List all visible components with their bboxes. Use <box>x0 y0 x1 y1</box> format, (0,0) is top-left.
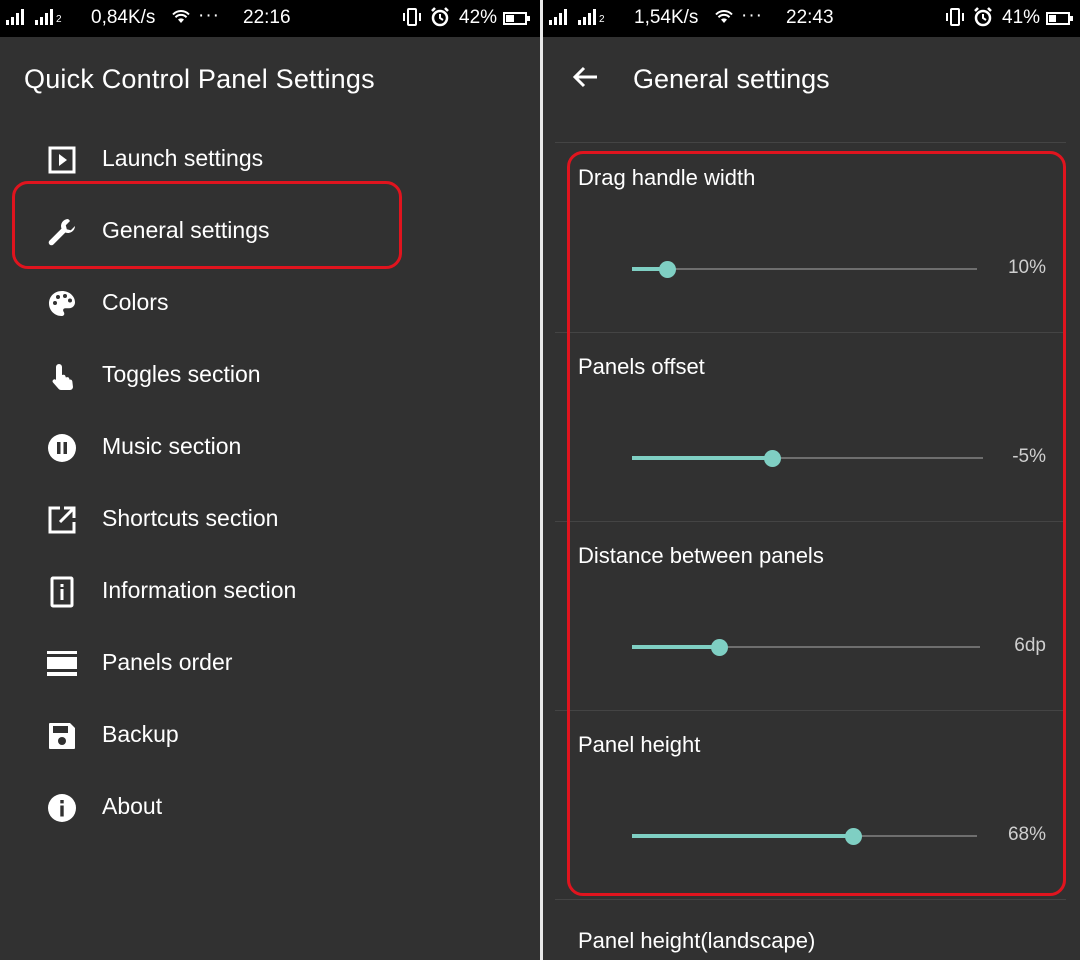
signal-icon: 2 <box>549 9 609 25</box>
divider <box>555 899 1066 900</box>
save-icon <box>49 723 75 749</box>
highlight-box <box>567 151 1066 896</box>
page-title: General settings <box>633 64 830 94</box>
menu-item-label: Backup <box>102 721 179 747</box>
app-title: Quick Control Panel Settings <box>24 64 375 94</box>
info-box-icon <box>50 576 74 608</box>
menu-item-label: Music section <box>102 433 242 459</box>
menu-item-about[interactable]: About <box>0 770 540 842</box>
menu-item-label: Launch settings <box>102 145 264 171</box>
status-bar: 2 1,54K/s ··· 22:43 41% <box>543 0 1080 37</box>
open-in-new-icon <box>48 506 76 534</box>
menu-item-information-section[interactable]: Information section <box>0 554 540 626</box>
arrow-left-icon[interactable] <box>571 62 601 92</box>
menu-item-general-settings[interactable]: General settings <box>0 194 540 266</box>
left-screen: 2 0,84K/s ··· 22:16 42% Quick Control Pa… <box>0 0 540 960</box>
palette-icon <box>49 291 75 316</box>
info-circle-icon <box>48 794 76 822</box>
more-notifications-icon: ··· <box>198 5 220 26</box>
vibrate-icon <box>946 8 964 26</box>
wifi-icon <box>170 7 192 31</box>
vibrate-icon <box>403 8 421 26</box>
menu-item-label: General settings <box>102 217 270 243</box>
menu-item-launch-settings[interactable]: Launch settings <box>0 122 540 194</box>
wifi-icon <box>713 7 735 31</box>
battery-icon <box>1046 11 1074 25</box>
setting-panel-height-landscape-label[interactable]: Panel height(landscape) <box>578 928 815 954</box>
play-box-icon <box>48 146 76 174</box>
menu-item-toggles-section[interactable]: Toggles section <box>0 338 540 410</box>
signal-icon: 2 <box>6 9 66 25</box>
network-speed: 1,54K/s <box>634 7 699 28</box>
menu-item-label: About <box>102 793 163 819</box>
menu-item-backup[interactable]: Backup <box>0 698 540 770</box>
menu-item-label: Colors <box>102 289 169 315</box>
menu-item-music-section[interactable]: Music section <box>0 410 540 482</box>
wrench-icon <box>48 219 75 246</box>
menu-item-label: Toggles section <box>102 361 261 387</box>
menu-item-shortcuts-section[interactable]: Shortcuts section <box>0 482 540 554</box>
alarm-icon <box>431 7 449 27</box>
right-screen: 2 1,54K/s ··· 22:43 41% General settings… <box>543 0 1080 960</box>
view-stream-icon <box>47 651 77 676</box>
pause-circle-icon <box>48 434 76 462</box>
more-notifications-icon: ··· <box>741 5 763 26</box>
menu-item-label: Shortcuts section <box>102 505 279 531</box>
menu-item-colors[interactable]: Colors <box>0 266 540 338</box>
menu-item-label: Information section <box>102 577 297 603</box>
battery-icon <box>503 11 531 25</box>
battery-percent: 42% <box>459 7 498 28</box>
status-bar: 2 0,84K/s ··· 22:16 42% <box>0 0 540 37</box>
settings-menu: Launch settings General settings Colors … <box>0 122 540 842</box>
clock: 22:43 <box>786 7 834 28</box>
alarm-icon <box>974 7 992 27</box>
clock: 22:16 <box>243 7 291 28</box>
menu-item-label: Panels order <box>102 649 233 675</box>
touch-icon <box>52 364 73 391</box>
menu-item-panels-order[interactable]: Panels order <box>0 626 540 698</box>
network-speed: 0,84K/s <box>91 7 156 28</box>
battery-percent: 41% <box>1002 7 1041 28</box>
